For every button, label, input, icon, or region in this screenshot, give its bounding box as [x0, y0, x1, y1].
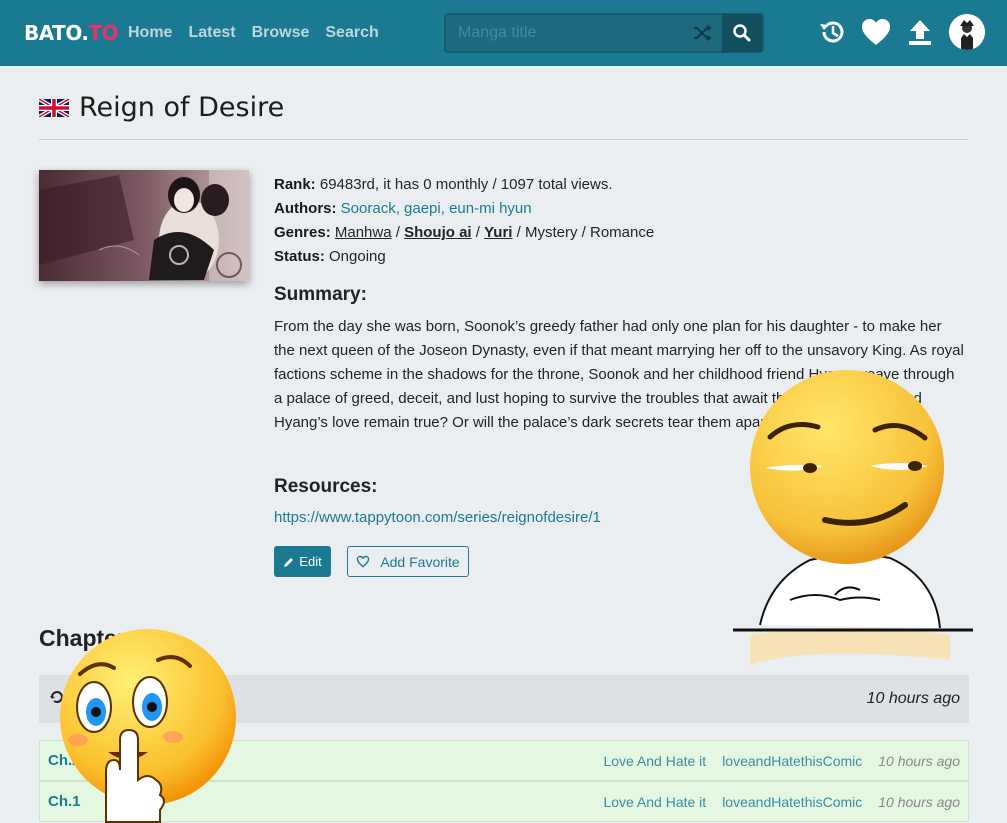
chapter-time: 10 hours ago: [878, 752, 960, 769]
page-title: Reign of Desire: [79, 92, 285, 123]
genre-shoujo-ai[interactable]: Shoujo ai: [404, 224, 472, 241]
nav-browse-link[interactable]: Browse: [252, 24, 310, 42]
edit-button[interactable]: Edit: [274, 546, 331, 577]
genre-mystery[interactable]: Mystery: [525, 224, 578, 241]
status-line: Status: Ongoing: [274, 248, 386, 265]
resources-heading: Resources:: [274, 476, 378, 497]
search-input[interactable]: [446, 15, 688, 51]
smirk-emoji-sticker: [733, 370, 973, 665]
random-shuffle-icon[interactable]: [688, 19, 716, 47]
chapter-time: 10 hours ago: [878, 793, 960, 810]
manga-title-row: Reign of Desire: [39, 92, 284, 123]
search-button[interactable]: [722, 14, 762, 52]
chapter-uploader[interactable]: loveandHatethisComic: [722, 753, 862, 769]
chapter-group[interactable]: Love And Hate it: [603, 753, 706, 769]
add-favorite-button[interactable]: Add Favorite: [347, 546, 469, 577]
rank-line: Rank: 69483rd, it has 0 monthly / 1097 t…: [274, 176, 613, 193]
cover-image[interactable]: [39, 170, 249, 281]
chapters-updated-time: 10 hours ago: [866, 690, 960, 707]
authors-link[interactable]: Soorack, gaepi, eun-mi hyun: [341, 200, 532, 217]
top-navbar: BATO.TO Home Latest Browse Search: [0, 0, 1007, 66]
manga-info: Rank: 69483rd, it has 0 monthly / 1097 t…: [274, 173, 964, 269]
site-logo[interactable]: BATO.TO: [24, 21, 119, 45]
pencil-icon: [284, 557, 294, 567]
genre-manhwa[interactable]: Manhwa: [335, 224, 392, 241]
authors-line: Authors: Soorack, gaepi, eun-mi hyun: [274, 200, 532, 217]
nav-search-link[interactable]: Search: [325, 24, 378, 42]
genres-line: Genres: Manhwa / Shoujo ai / Yuri / Myst…: [274, 224, 655, 241]
chapter-uploader[interactable]: loveandHatethisComic: [722, 794, 862, 810]
uk-flag-icon: [39, 98, 69, 117]
history-icon[interactable]: [817, 17, 847, 47]
user-avatar[interactable]: [949, 14, 985, 50]
nav-home-link[interactable]: Home: [128, 24, 172, 42]
shush-emoji-sticker: [60, 629, 236, 823]
nav-icons: [817, 14, 985, 50]
chapter-group[interactable]: Love And Hate it: [603, 794, 706, 810]
search-box: [444, 13, 764, 53]
resource-link[interactable]: https://www.tappytoon.com/series/reignof…: [274, 509, 601, 526]
nav-latest-link[interactable]: Latest: [188, 24, 235, 42]
nav-links: Home Latest Browse Search: [128, 24, 379, 42]
genre-yuri[interactable]: Yuri: [484, 224, 512, 241]
search-icon: [733, 24, 751, 42]
summary-heading: Summary:: [274, 284, 367, 305]
heart-outline-icon: [357, 555, 370, 568]
genre-romance[interactable]: Romance: [590, 224, 654, 241]
upload-icon[interactable]: [905, 17, 935, 47]
heart-icon[interactable]: [861, 17, 891, 47]
title-divider: [39, 139, 968, 140]
